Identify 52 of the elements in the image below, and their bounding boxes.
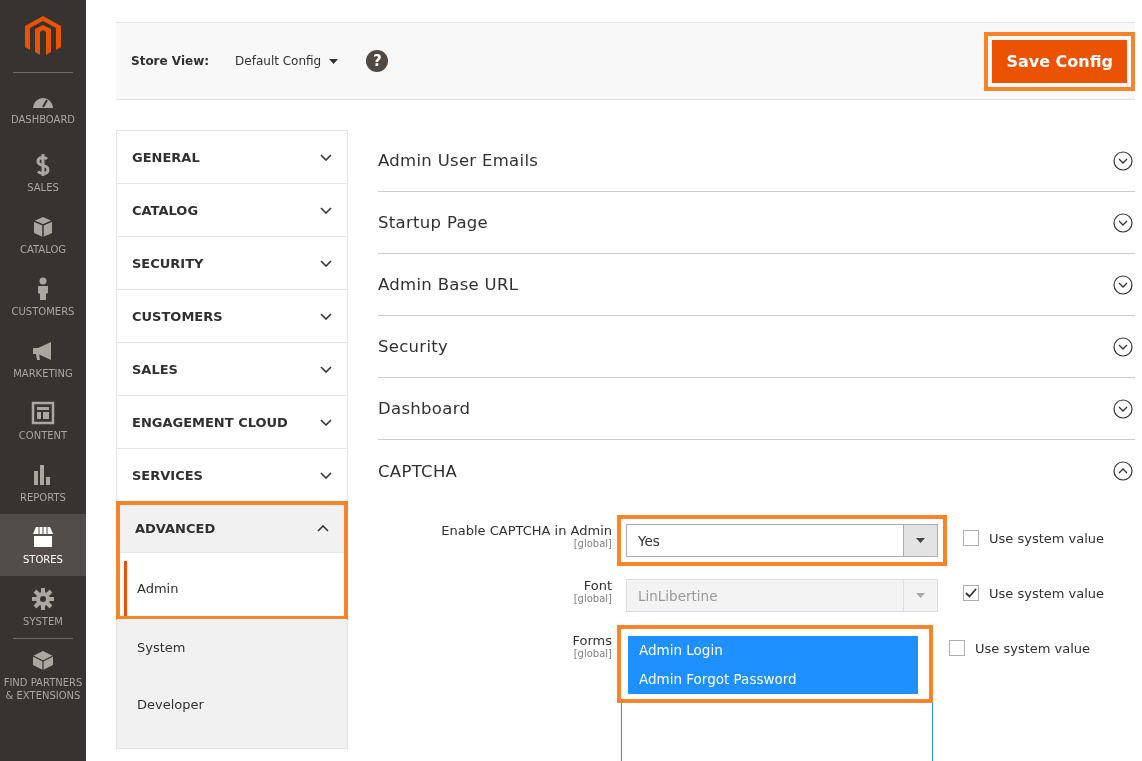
menu-item[interactable]: CATALOG xyxy=(0,204,86,266)
menu-item[interactable]: STORES xyxy=(0,514,86,576)
menu-item[interactable]: CONTENT xyxy=(0,390,86,452)
caret-icon xyxy=(916,593,925,598)
field-label: Forms xyxy=(572,633,612,648)
menu-item[interactable]: FIND PARTNERS & EXTENSIONS xyxy=(0,644,86,706)
box-icon xyxy=(31,214,55,239)
chevron-up-icon xyxy=(317,525,329,532)
store-view-label: Store View: xyxy=(131,54,210,68)
nav-group-tab[interactable]: ADVANCED xyxy=(120,505,344,553)
menu-item[interactable]: SYSTEM xyxy=(0,576,86,638)
field-label: Font xyxy=(583,578,612,593)
save-config-button[interactable]: Save Config xyxy=(992,39,1127,83)
store-view-dropdown[interactable]: Default Config xyxy=(235,54,339,68)
scope-label: [global] xyxy=(573,593,612,604)
checkbox[interactable] xyxy=(949,640,965,656)
gauge-icon xyxy=(31,96,55,109)
logo-icon xyxy=(25,16,61,56)
expand-icon xyxy=(1113,398,1133,419)
caret-icon xyxy=(916,538,925,543)
expand-icon xyxy=(1113,212,1133,233)
layout-icon xyxy=(31,400,55,425)
chevron-down-icon xyxy=(320,418,332,426)
chevron-down-icon xyxy=(320,153,332,161)
scope-label: [global] xyxy=(573,648,612,659)
chevron-down-icon xyxy=(320,259,332,267)
blocks-icon xyxy=(31,648,55,672)
checkbox-label: Use system value xyxy=(989,585,1105,601)
storefront-icon xyxy=(31,524,55,549)
chevron-down-icon xyxy=(320,312,332,320)
checkbox[interactable] xyxy=(963,530,979,546)
checkbox-label: Use system value xyxy=(989,530,1105,546)
scope-label: [global] xyxy=(573,538,612,549)
gear-icon xyxy=(31,586,55,611)
checkbox-label: Use system value xyxy=(975,640,1091,656)
select-field[interactable]: Yes xyxy=(626,524,938,557)
expand-icon xyxy=(1113,274,1133,295)
menu-item[interactable]: DASHBOARD xyxy=(0,80,86,142)
help-icon[interactable]: ? xyxy=(366,50,389,72)
chevron-down-icon xyxy=(320,206,332,214)
menu-item[interactable]: REPORTS xyxy=(0,452,86,514)
menu-item[interactable]: CUSTOMERS xyxy=(0,266,86,328)
field-label: Enable CAPTCHA in Admin xyxy=(441,523,612,538)
expand-icon xyxy=(1113,336,1133,357)
check-icon xyxy=(965,588,977,598)
collapse-icon xyxy=(1113,461,1133,481)
menu-item[interactable]: MARKETING xyxy=(0,328,86,390)
menu-item[interactable]: SALES xyxy=(0,142,86,204)
expand-icon xyxy=(1113,150,1133,171)
chevron-down-icon xyxy=(320,471,332,479)
chevron-down-icon xyxy=(320,365,332,373)
caret-icon xyxy=(329,58,339,64)
